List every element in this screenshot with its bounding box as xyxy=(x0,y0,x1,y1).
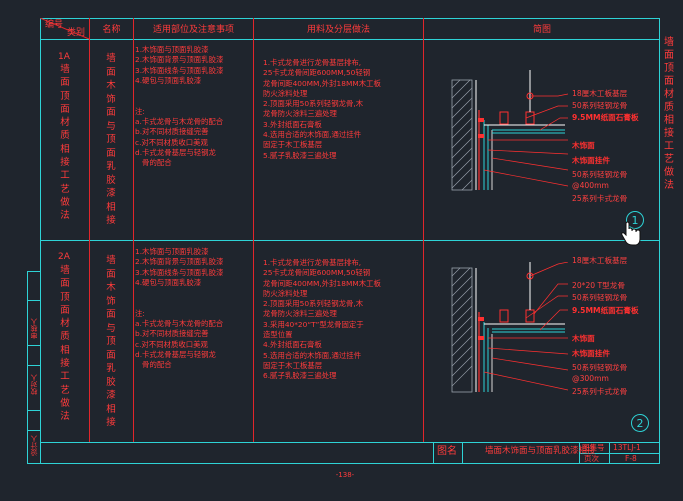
row1-label-7: @400mm xyxy=(572,181,609,190)
row2-label-4: 9.5MM纸面石膏板 xyxy=(572,306,639,315)
row2-title: 墙面顶面材质相接工艺做法 xyxy=(60,265,70,423)
stamp-div-2 xyxy=(27,345,41,346)
row2-label-6: 木饰面挂件 xyxy=(572,349,610,358)
titleblock-divider xyxy=(40,442,660,443)
row2-name: 墙面木饰面与顶面乳胶漆相接 xyxy=(106,255,116,428)
row1-code: 1A xyxy=(58,52,70,62)
page-number: -138- xyxy=(335,471,355,479)
atlas-no-label: 图集号 xyxy=(582,443,605,452)
row1-label-4: 木饰面 xyxy=(572,141,595,150)
row2-label-5: 木饰面 xyxy=(572,334,595,343)
row1-label-3: 9.5MM纸面石膏板 xyxy=(572,113,639,122)
header-category: 类别 xyxy=(66,28,85,38)
row2-label-2: 20*20 T型龙骨 xyxy=(572,281,625,290)
row1-method: 1.卡式龙骨进行龙骨基层排布, 25卡式龙骨间距600MM,50轻钢 龙骨间距4… xyxy=(263,58,381,160)
stamp-reviewer: 审核人 xyxy=(30,318,38,339)
stamp-checker: 校对人 xyxy=(30,374,38,395)
row2-method: 1.卡式龙骨进行龙骨基层排布, 25卡式龙骨间距600MM,50轻钢 龙骨间距4… xyxy=(263,258,381,381)
row1-scope: 1.木饰面与顶面乳胶漆 2.木饰面背景与顶面乳胶漆 3.木饰面线条与顶面乳胶漆 … xyxy=(135,45,224,168)
page-no: F-8 xyxy=(625,454,637,463)
header-diagram: 简图 xyxy=(532,25,551,35)
col-divider-1 xyxy=(89,18,90,442)
header-name: 名称 xyxy=(102,25,121,35)
row2-scope: 1.木饰面与顶面乳胶漆 2.木饰面背景与顶面乳胶漆 3.木饰面线条与顶面乳胶漆 … xyxy=(135,247,224,370)
stamp-div-4 xyxy=(27,410,41,411)
row2-label-1: 18厘木工板基层 xyxy=(572,256,628,265)
hand-cursor-icon xyxy=(621,221,641,246)
detail-marker-2[interactable]: 2 xyxy=(631,414,649,432)
row2-label-7: 50系列轻钢龙骨 xyxy=(572,363,628,372)
row1-name: 墙面木饰面与顶面乳胶漆相接 xyxy=(106,53,116,226)
col-divider-3 xyxy=(253,18,254,442)
row1-label-1: 18厘木工板基层 xyxy=(572,89,628,98)
stamp-div-1 xyxy=(27,300,41,301)
header-method: 用料及分层做法 xyxy=(306,25,370,35)
stamp-div-5 xyxy=(27,430,41,431)
side-title: 墙面顶面材质相接工艺做法 xyxy=(664,37,674,191)
stamp-div-3 xyxy=(27,365,41,366)
row2-label-8: @300mm xyxy=(572,374,609,383)
col-divider-4 xyxy=(423,18,424,442)
page-label: 页次 xyxy=(584,454,599,463)
header-code: 编号 xyxy=(44,20,63,30)
header-scope: 适用部位及注意事项 xyxy=(152,25,234,35)
atlas-no: 13TLJ-1 xyxy=(613,443,641,452)
row1-label-2: 50系列轻钢龙骨 xyxy=(572,101,628,110)
row1-section-diagram xyxy=(451,70,569,191)
row2-label-9: 25系列卡式龙骨 xyxy=(572,387,628,396)
row2-code: 2A xyxy=(58,252,70,262)
figure-name-label: 图名 xyxy=(437,446,457,457)
figure-name: 墙面木饰面与顶面乳胶漆相接 xyxy=(485,446,596,456)
col-divider-2 xyxy=(133,18,134,442)
tb-divider-2 xyxy=(462,442,463,464)
row1-title: 墙面顶面材质相接工艺做法 xyxy=(60,64,70,222)
row2-label-3: 50系列轻钢龙骨 xyxy=(572,293,628,302)
row1-label-5: 木饰面挂件 xyxy=(572,156,610,165)
row2-section-diagram xyxy=(451,262,569,393)
tb-divider-1 xyxy=(433,442,434,464)
stamp-designer: 设计人 xyxy=(30,435,38,456)
row1-label-8: 25系列卡式龙骨 xyxy=(572,194,628,203)
row1-label-6: 50系列轻钢龙骨 xyxy=(572,170,628,179)
